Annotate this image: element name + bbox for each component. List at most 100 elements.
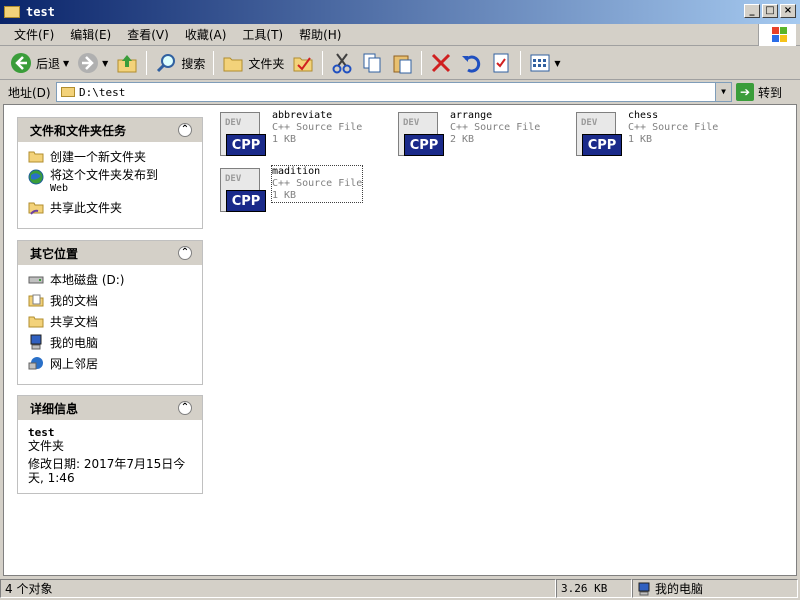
place-label: 我的电脑 [50,336,99,350]
task-new-folder[interactable]: 创建一个新文件夹 [28,148,192,165]
computer-icon [28,334,44,350]
place-label: 本地磁盘 (D:) [50,273,125,287]
windows-logo-icon [758,24,796,46]
menu-help[interactable]: 帮助(H) [291,26,349,43]
place-local-disk[interactable]: 本地磁盘 (D:) [28,271,192,288]
menu-edit[interactable]: 编辑(E) [62,26,119,43]
toolbar: 后退 ▼ ▼ 搜索 文件夹 ▼ [0,47,800,80]
chevron-down-icon[interactable]: ▼ [63,59,69,68]
up-folder-button[interactable] [112,49,142,77]
details-panel: 详细信息 ⌃ test 文件夹 修改日期: 2017年7月15日今 天, 1:4… [17,395,203,494]
cpp-file-icon: DEV CPP [574,110,622,158]
place-my-documents[interactable]: 我的文档 [28,292,192,309]
folders-button[interactable]: 文件夹 [218,49,288,77]
menu-tools[interactable]: 工具(T) [234,26,291,43]
file-meta: abbreviate C++ Source File 1 KB [272,110,362,146]
views-grid-icon [529,52,551,74]
collapse-chevron-icon[interactable]: ⌃ [178,401,192,415]
task-label: 将这个文件夹发布到 [50,168,159,182]
paste-button[interactable] [387,49,417,77]
undo-button[interactable] [456,49,486,77]
folder-options-button[interactable] [288,49,318,77]
collapse-chevron-icon[interactable]: ⌃ [178,246,192,260]
forward-button[interactable]: ▼ [73,49,112,77]
place-my-computer[interactable]: 我的电脑 [28,334,192,351]
separator [520,51,522,75]
maximize-button[interactable]: □ [762,4,778,18]
collapse-chevron-icon[interactable]: ⌃ [178,123,192,137]
details-name: test [28,426,55,439]
file-item[interactable]: DEV CPP abbreviate C++ Source File 1 KB [218,110,362,158]
file-name: chess [628,110,659,121]
panel-title: 详细信息 [30,401,79,416]
file-size: 2 KB [450,134,475,145]
tasks-panel-header[interactable]: 文件和文件夹任务 ⌃ [18,118,202,142]
file-type: C++ Source File [450,122,541,133]
title-bar: test _ □ × [0,0,800,24]
separator [146,51,148,75]
minimize-button[interactable]: _ [744,4,760,18]
chevron-down-icon[interactable]: ▼ [554,59,560,68]
scissors-icon [331,52,353,74]
details-type: 文件夹 [28,439,65,453]
file-item[interactable]: DEV CPP arrange C++ Source File 2 KB [396,110,540,158]
file-type: C++ Source File [272,122,363,133]
back-label: 后退 [36,56,61,71]
place-network[interactable]: 网上邻居 [28,355,192,372]
file-size: 1 KB [628,134,653,145]
window-title: test [26,5,55,19]
globe-icon [28,169,44,185]
other-places-header[interactable]: 其它位置 ⌃ [18,241,202,265]
separator [322,51,324,75]
go-label: 转到 [758,85,783,100]
address-input[interactable]: D:\test ▼ [56,82,732,102]
delete-button[interactable] [426,49,456,77]
cpp-file-icon: DEV CPP [218,110,266,158]
place-label: 网上邻居 [50,357,99,371]
computer-icon [637,582,651,596]
task-label: 共享此文件夹 [50,201,123,215]
details-header[interactable]: 详细信息 ⌃ [18,396,202,420]
go-button[interactable]: ➔ 转到 [736,82,782,102]
folder-check-icon [292,52,314,74]
task-label-suffix: Web [50,183,69,194]
file-type: C++ Source File [272,178,363,189]
file-item[interactable]: DEV CPP madition C++ Source File 1 KB [218,165,364,214]
close-button[interactable]: × [780,4,796,18]
back-arrow-icon [10,52,32,74]
task-label: 创建一个新文件夹 [50,150,147,164]
search-button[interactable]: 搜索 [151,49,209,77]
status-location: 我的电脑 [632,579,798,598]
share-folder-icon [28,199,44,215]
cpp-file-icon: DEV CPP [218,166,266,214]
file-item[interactable]: DEV CPP chess C++ Source File 1 KB [574,110,718,158]
folder-view: 文件和文件夹任务 ⌃ 创建一个新文件夹 将这个文件夹发布到 Web 共享此文件夹… [3,104,797,576]
menu-file[interactable]: 文件(F) [6,26,62,43]
panel-title: 其它位置 [30,246,79,261]
chevron-down-icon[interactable]: ▼ [715,83,731,101]
shared-folder-icon [28,313,44,329]
other-places-panel: 其它位置 ⌃ 本地磁盘 (D:) 我的文档 共享文档 我的电脑 网上邻居 [17,240,203,385]
task-share-folder[interactable]: 共享此文件夹 [28,199,192,216]
drive-icon [28,271,44,287]
menu-favorites[interactable]: 收藏(A) [177,26,235,43]
properties-button[interactable] [486,49,516,77]
file-name: abbreviate [272,110,333,121]
place-label: 我的文档 [50,294,99,308]
task-publish-web[interactable]: 将这个文件夹发布到 Web [28,169,192,195]
search-icon [155,52,177,74]
cut-button[interactable] [327,49,357,77]
file-name: madition [272,166,321,177]
copy-button[interactable] [357,49,387,77]
menu-bar: 文件(F) 编辑(E) 查看(V) 收藏(A) 工具(T) 帮助(H) [0,24,800,46]
file-size: 1 KB [272,134,297,145]
up-folder-icon [116,52,138,74]
views-button[interactable]: ▼ [525,49,564,77]
back-button[interactable]: 后退 ▼ [6,49,73,77]
file-size: 1 KB [272,190,297,201]
menu-view[interactable]: 查看(V) [119,26,177,43]
place-shared-documents[interactable]: 共享文档 [28,313,192,330]
status-count: 4 个对象 [0,579,556,598]
chevron-down-icon[interactable]: ▼ [102,59,108,68]
status-location-label: 我的电脑 [655,582,704,596]
